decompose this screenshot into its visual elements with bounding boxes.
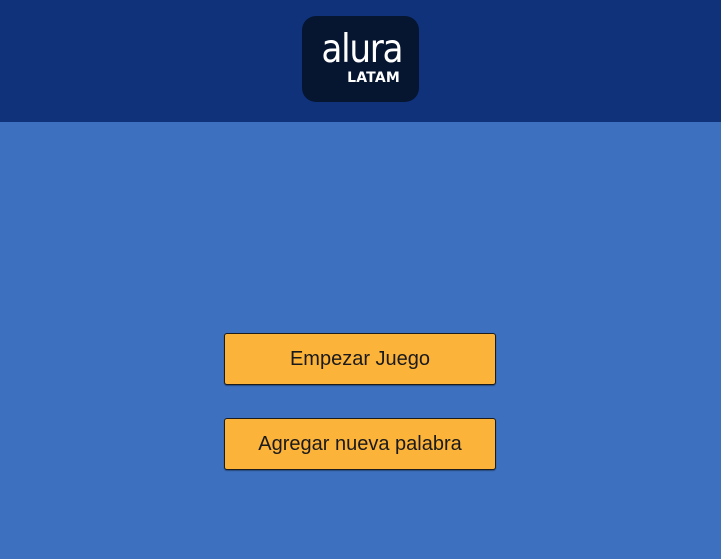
alura-latam-logo: alura LATAM	[302, 16, 419, 102]
add-word-button[interactable]: Agregar nueva palabra	[224, 418, 496, 470]
logo-wordmark: alura	[321, 27, 403, 72]
logo-subtitle: LATAM	[347, 70, 400, 86]
top-header: alura LATAM	[0, 0, 721, 122]
start-game-button[interactable]: Empezar Juego	[224, 333, 496, 385]
